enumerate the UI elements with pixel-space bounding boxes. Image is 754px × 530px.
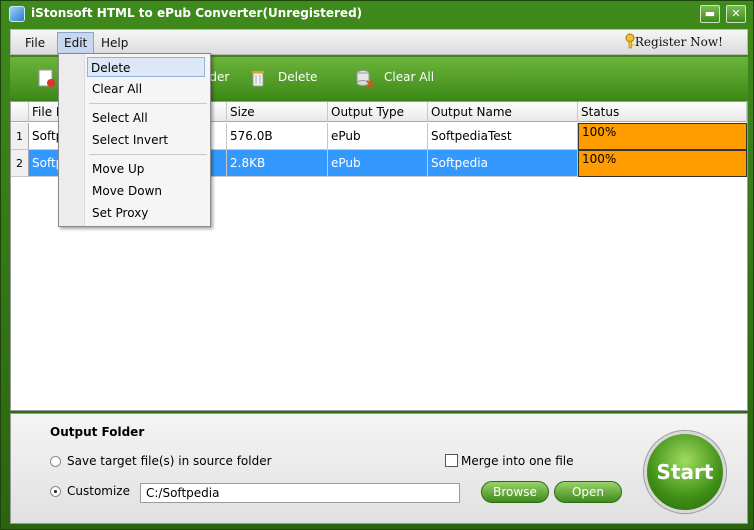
clear-all-toolbar-label: Clear All <box>384 70 435 84</box>
menu-item-move-up[interactable]: Move Up <box>89 159 207 179</box>
menu-separator <box>89 154 207 155</box>
output-folder-heading: Output Folder <box>50 425 145 439</box>
menu-bar: File Edit Help Register Now! <box>10 29 748 55</box>
cell-size: 2.8KB <box>227 150 328 177</box>
customize-label[interactable]: Customize <box>67 484 130 498</box>
delete-toolbar-label: Delete <box>278 70 318 84</box>
menu-separator <box>89 103 207 104</box>
source-folder-label[interactable]: Save target file(s) in source folder <box>67 454 272 468</box>
app-window: iStonsoft HTML to ePub Converter(Unregis… <box>0 0 754 530</box>
cell-output-name: SoftpediaTest <box>428 123 578 150</box>
source-folder-radio[interactable] <box>50 456 61 467</box>
header-output-name[interactable]: Output Name <box>428 102 578 122</box>
cell-status: 100% <box>578 123 747 150</box>
menu-item-delete[interactable]: Delete <box>87 57 205 77</box>
header-size[interactable]: Size <box>227 102 328 122</box>
cell-output-type: ePub <box>328 123 428 150</box>
minimize-button[interactable]: ▬ <box>700 5 720 23</box>
clear-all-icon <box>356 69 374 88</box>
menu-help[interactable]: Help <box>95 34 134 52</box>
add-file-icon <box>38 69 55 87</box>
browse-button[interactable]: Browse <box>481 481 549 503</box>
customize-radio[interactable] <box>50 486 61 497</box>
menu-item-select-invert[interactable]: Select Invert <box>89 130 207 150</box>
close-button[interactable]: ✕ <box>726 5 746 23</box>
register-now-link[interactable]: Register Now! <box>635 35 723 49</box>
row-number[interactable]: 1 <box>11 123 29 150</box>
clear-all-toolbar-button[interactable]: Clear All <box>354 67 434 88</box>
menu-item-set-proxy[interactable]: Set Proxy <box>89 203 207 223</box>
title-bar[interactable]: iStonsoft HTML to ePub Converter(Unregis… <box>1 1 753 27</box>
row-number[interactable]: 2 <box>11 150 29 177</box>
cell-status: 100% <box>578 150 747 177</box>
cell-output-name: Softpedia <box>428 150 578 177</box>
merge-label[interactable]: Merge into one file <box>461 454 574 468</box>
menu-edit[interactable]: Edit <box>57 32 95 54</box>
menu-item-select-all[interactable]: Select All <box>89 108 207 128</box>
trash-icon <box>252 70 264 86</box>
header-output-type[interactable]: Output Type <box>328 102 428 122</box>
cell-output-type: ePub <box>328 150 428 177</box>
output-path-input[interactable] <box>140 483 460 503</box>
header-status[interactable]: Status <box>578 102 747 122</box>
start-button[interactable]: Start <box>644 431 726 513</box>
edit-context-menu: Delete Clear All Select All Select Inver… <box>58 53 211 227</box>
merge-checkbox[interactable] <box>445 454 458 467</box>
window-title: iStonsoft HTML to ePub Converter(Unregis… <box>31 6 363 20</box>
delete-toolbar-button[interactable]: Delete <box>248 67 317 88</box>
menu-gutter <box>59 54 85 226</box>
header-corner <box>11 102 29 122</box>
output-panel: Output Folder Save target file(s) in sou… <box>10 413 748 524</box>
app-logo-icon <box>9 6 25 22</box>
menu-item-clear-all[interactable]: Clear All <box>89 79 207 99</box>
cell-size: 576.0B <box>227 123 328 150</box>
menu-file[interactable]: File <box>19 34 51 52</box>
menu-item-move-down[interactable]: Move Down <box>89 181 207 201</box>
open-button[interactable]: Open <box>554 481 622 503</box>
